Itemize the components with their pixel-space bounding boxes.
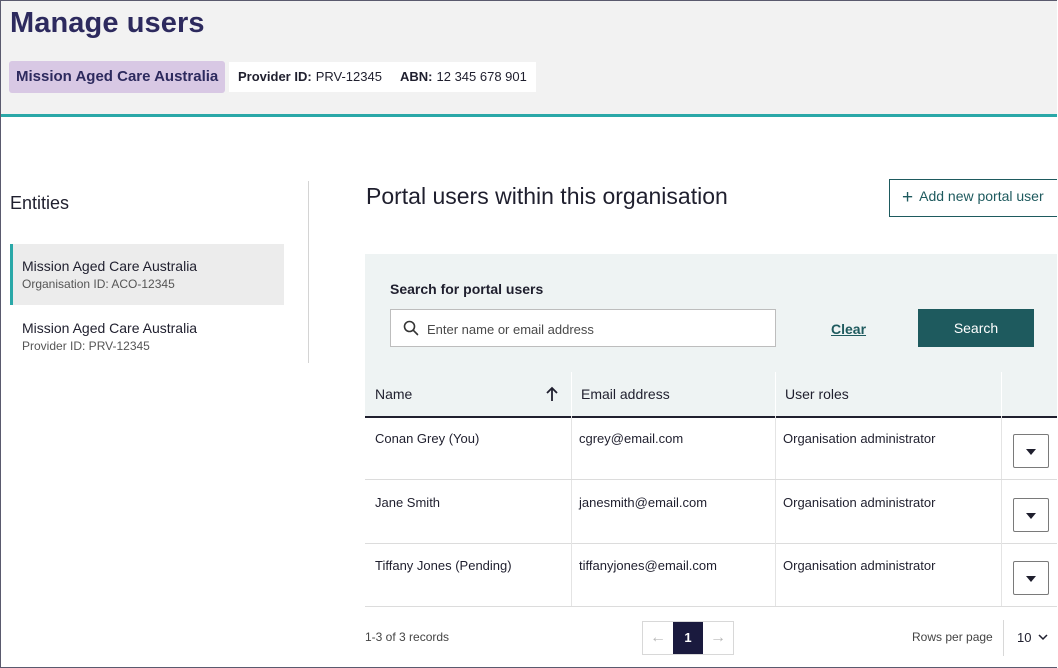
- cell-divider: [1001, 416, 1002, 479]
- search-box: [390, 309, 776, 348]
- chevron-down-icon: [1038, 634, 1048, 641]
- cell-divider: [1001, 543, 1002, 606]
- search-input[interactable]: [425, 310, 769, 348]
- user-name: Jane Smith: [375, 495, 441, 510]
- column-divider: [775, 372, 776, 416]
- table-header: Name Email address User roles: [365, 372, 1057, 418]
- column-header-email: Email address: [581, 386, 670, 402]
- user-email: cgrey@email.com: [579, 431, 684, 446]
- caret-down-icon: [1026, 449, 1036, 455]
- caret-down-icon: [1026, 576, 1036, 582]
- row-actions-dropdown[interactable]: [1013, 498, 1049, 532]
- clear-link[interactable]: Clear: [831, 321, 866, 337]
- section-title: Portal users within this organisation: [366, 183, 728, 209]
- cell-divider: [775, 480, 776, 543]
- cell-divider: [571, 543, 572, 606]
- abn-label: ABN:: [400, 69, 433, 84]
- cell-divider: [571, 480, 572, 543]
- search-panel: Search for portal users Clear Search: [365, 254, 1057, 372]
- plus-icon: +: [902, 187, 914, 208]
- cell-divider: [1001, 480, 1002, 543]
- rows-per-page-label: Rows per page: [912, 630, 993, 644]
- user-role: Organisation administrator: [783, 495, 936, 510]
- pagination: ← 1 →: [642, 621, 734, 655]
- rows-per-page-value: 10: [1017, 630, 1032, 645]
- user-name: Tiffany Jones (Pending): [375, 558, 512, 573]
- entities-heading: Entities: [10, 193, 70, 213]
- cell-divider: [571, 416, 572, 479]
- page-button-current[interactable]: 1: [673, 622, 703, 654]
- page-header: Manage users Mission Aged Care Australia…: [1, 1, 1057, 117]
- add-portal-user-button[interactable]: + Add new portal user: [889, 179, 1057, 217]
- provider-id-label: Provider ID:: [238, 69, 312, 84]
- abn-chip: ABN: 12 345 678 901: [391, 62, 536, 92]
- records-count: 1-3 of 3 records: [365, 630, 450, 644]
- cell-divider: [775, 543, 776, 606]
- search-icon: [403, 320, 419, 336]
- sidebar-divider: [308, 181, 309, 363]
- entity-id: Provider ID: PRV-12345: [22, 339, 150, 353]
- row-actions-dropdown[interactable]: [1013, 561, 1049, 595]
- column-header-roles: User roles: [785, 386, 849, 402]
- add-portal-user-label: Add new portal user: [919, 188, 1044, 204]
- arrow-right-icon[interactable]: →: [703, 622, 733, 654]
- user-name: Conan Grey (You): [375, 431, 480, 446]
- column-divider: [1001, 372, 1002, 416]
- entity-id: Organisation ID: ACO-12345: [22, 277, 175, 291]
- table-row: Jane Smith janesmith@email.com Organisat…: [365, 480, 1057, 544]
- user-role: Organisation administrator: [783, 431, 936, 446]
- provider-id-chip: Provider ID: PRV-12345: [229, 62, 391, 92]
- row-actions-dropdown[interactable]: [1013, 434, 1049, 468]
- sort-up-arrow-icon[interactable]: [545, 386, 559, 402]
- sidebar-entity-provider[interactable]: Mission Aged Care Australia Provider ID:…: [10, 306, 284, 367]
- arrow-left-icon[interactable]: ←: [643, 622, 673, 654]
- search-label: Search for portal users: [390, 281, 544, 297]
- user-email: tiffanyjones@email.com: [579, 558, 717, 573]
- abn-value: 12 345 678 901: [436, 69, 527, 84]
- entity-name: Mission Aged Care Australia: [22, 258, 198, 274]
- table-row: Tiffany Jones (Pending) tiffanyjones@ema…: [365, 543, 1057, 607]
- rows-per-page-select[interactable]: 10: [1003, 620, 1057, 656]
- caret-down-icon: [1026, 513, 1036, 519]
- sidebar-entity-organisation[interactable]: Mission Aged Care Australia Organisation…: [10, 244, 284, 305]
- user-role: Organisation administrator: [783, 558, 936, 573]
- table-row: Conan Grey (You) cgrey@email.com Organis…: [365, 416, 1057, 480]
- cell-divider: [775, 416, 776, 479]
- app-frame: Manage users Mission Aged Care Australia…: [0, 0, 1057, 668]
- provider-id-value: PRV-12345: [315, 69, 382, 84]
- page-title: Manage users: [10, 7, 205, 39]
- user-email: janesmith@email.com: [579, 495, 708, 510]
- search-button[interactable]: Search: [918, 309, 1034, 347]
- column-header-name-label: Name: [375, 386, 413, 402]
- organisation-chip: Mission Aged Care Australia: [9, 61, 226, 93]
- column-divider: [571, 372, 572, 416]
- entity-name: Mission Aged Care Australia: [22, 320, 198, 336]
- column-header-name[interactable]: Name: [375, 372, 565, 416]
